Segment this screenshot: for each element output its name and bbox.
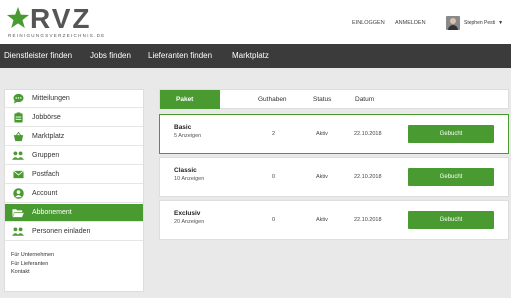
column-header-paket[interactable]: Paket [160, 90, 220, 109]
package-ads-count: 5 Anzeigen [174, 133, 202, 139]
basket-icon [12, 131, 24, 143]
login-link[interactable]: EINLOGGEN [352, 20, 385, 26]
clipboard-icon [12, 112, 24, 124]
sidebar-item-label: Postfach [32, 171, 60, 178]
package-status: Aktiv [316, 131, 328, 137]
package-row-classic[interactable]: Classic 10 Anzeigen 0 Aktiv 22.10.2018 G… [159, 157, 509, 197]
avatar [446, 16, 460, 30]
sidebar-item-postfach[interactable]: Postfach [5, 166, 143, 184]
logo[interactable]: RVZ REINIGUNGSVERZEICHNIS.DE [6, 4, 116, 42]
nav-dienstleister-finden[interactable]: Dienstleister finden [4, 44, 72, 68]
chevron-down-icon: ▼ [498, 20, 504, 26]
mail-icon [12, 169, 24, 181]
register-link[interactable]: ANMELDEN [395, 20, 426, 26]
sidebar-item-label: Mitteilungen [32, 95, 70, 102]
logo-text: RVZ [30, 3, 92, 34]
sidebar-item-marktplatz[interactable]: Marktplatz [5, 128, 143, 146]
sidebar-item-label: Abbonement [32, 209, 72, 216]
package-guthaben: 0 [272, 217, 276, 223]
main-nav: Dienstleister finden Jobs finden Liefera… [0, 44, 511, 68]
sidebar-item-abbonement[interactable]: Abbonement [5, 204, 143, 222]
sidebar-item-label: Gruppen [32, 152, 60, 159]
table-header: Paket Guthaben Status Datum [159, 89, 509, 109]
link-kontakt[interactable]: Kontakt [11, 268, 54, 277]
package-name: Basic [174, 124, 192, 131]
gebucht-button[interactable]: Gebucht [408, 211, 494, 229]
invite-icon [12, 226, 24, 238]
sidebar-item-account[interactable]: Account [5, 185, 143, 203]
chat-icon [12, 93, 24, 105]
header: RVZ REINIGUNGSVERZEICHNIS.DE EINLOGGEN A… [0, 0, 511, 44]
nav-marktplatz[interactable]: Marktplatz [232, 44, 269, 68]
sidebar-item-mitteilungen[interactable]: Mitteilungen [5, 90, 143, 108]
sidebar-item-personen-einladen[interactable]: Personen einladen [5, 223, 143, 241]
sidebar-item-label: Account [32, 190, 58, 197]
package-datum: 22.10.2018 [354, 131, 382, 137]
package-ads-count: 10 Anzeigen [174, 176, 205, 182]
sidebar-links: Für Unternehmen Für Lieferanten Kontakt [11, 251, 54, 277]
package-name: Exclusiv [174, 210, 201, 217]
link-fuer-lieferanten[interactable]: Für Lieferanten [11, 260, 54, 269]
package-guthaben: 0 [272, 174, 276, 180]
package-status: Aktiv [316, 174, 328, 180]
package-status: Aktiv [316, 217, 328, 223]
link-fuer-unternehmen[interactable]: Für Unternehmen [11, 251, 54, 260]
sidebar: Mitteilungen Jobbörse Marktplatz Gruppen… [4, 89, 144, 292]
gebucht-button[interactable]: Gebucht [408, 168, 494, 186]
column-header-datum: Datum [355, 96, 375, 103]
package-row-exclusiv[interactable]: Exclusiv 20 Anzeigen 0 Aktiv 22.10.2018 … [159, 200, 509, 240]
user-icon [12, 188, 24, 200]
nav-jobs-finden[interactable]: Jobs finden [90, 44, 131, 68]
nav-lieferanten-finden[interactable]: Lieferanten finden [148, 44, 212, 68]
sidebar-item-label: Marktplatz [32, 133, 65, 140]
package-name: Classic [174, 167, 197, 174]
gebucht-button[interactable]: Gebucht [408, 125, 494, 143]
column-header-guthaben: Guthaben [258, 96, 287, 103]
package-row-basic[interactable]: Basic 5 Anzeigen 2 Aktiv 22.10.2018 Gebu… [159, 114, 509, 154]
sidebar-item-label: Personen einladen [32, 228, 91, 235]
star-logo-icon [7, 7, 29, 28]
column-header-status: Status [313, 96, 332, 103]
sidebar-item-jobboerse[interactable]: Jobbörse [5, 109, 143, 127]
sidebar-item-label: Jobbörse [32, 114, 61, 121]
package-datum: 22.10.2018 [354, 217, 382, 223]
group-icon [12, 150, 24, 162]
package-ads-count: 20 Anzeigen [174, 219, 205, 225]
user-menu[interactable]: Stephen Pesti ▼ [446, 16, 503, 30]
user-name: Stephen Pesti [464, 20, 496, 26]
package-guthaben: 2 [272, 131, 276, 137]
folder-icon [12, 207, 24, 219]
logo-subtitle: REINIGUNGSVERZEICHNIS.DE [8, 33, 106, 38]
sidebar-item-gruppen[interactable]: Gruppen [5, 147, 143, 165]
package-datum: 22.10.2018 [354, 174, 382, 180]
